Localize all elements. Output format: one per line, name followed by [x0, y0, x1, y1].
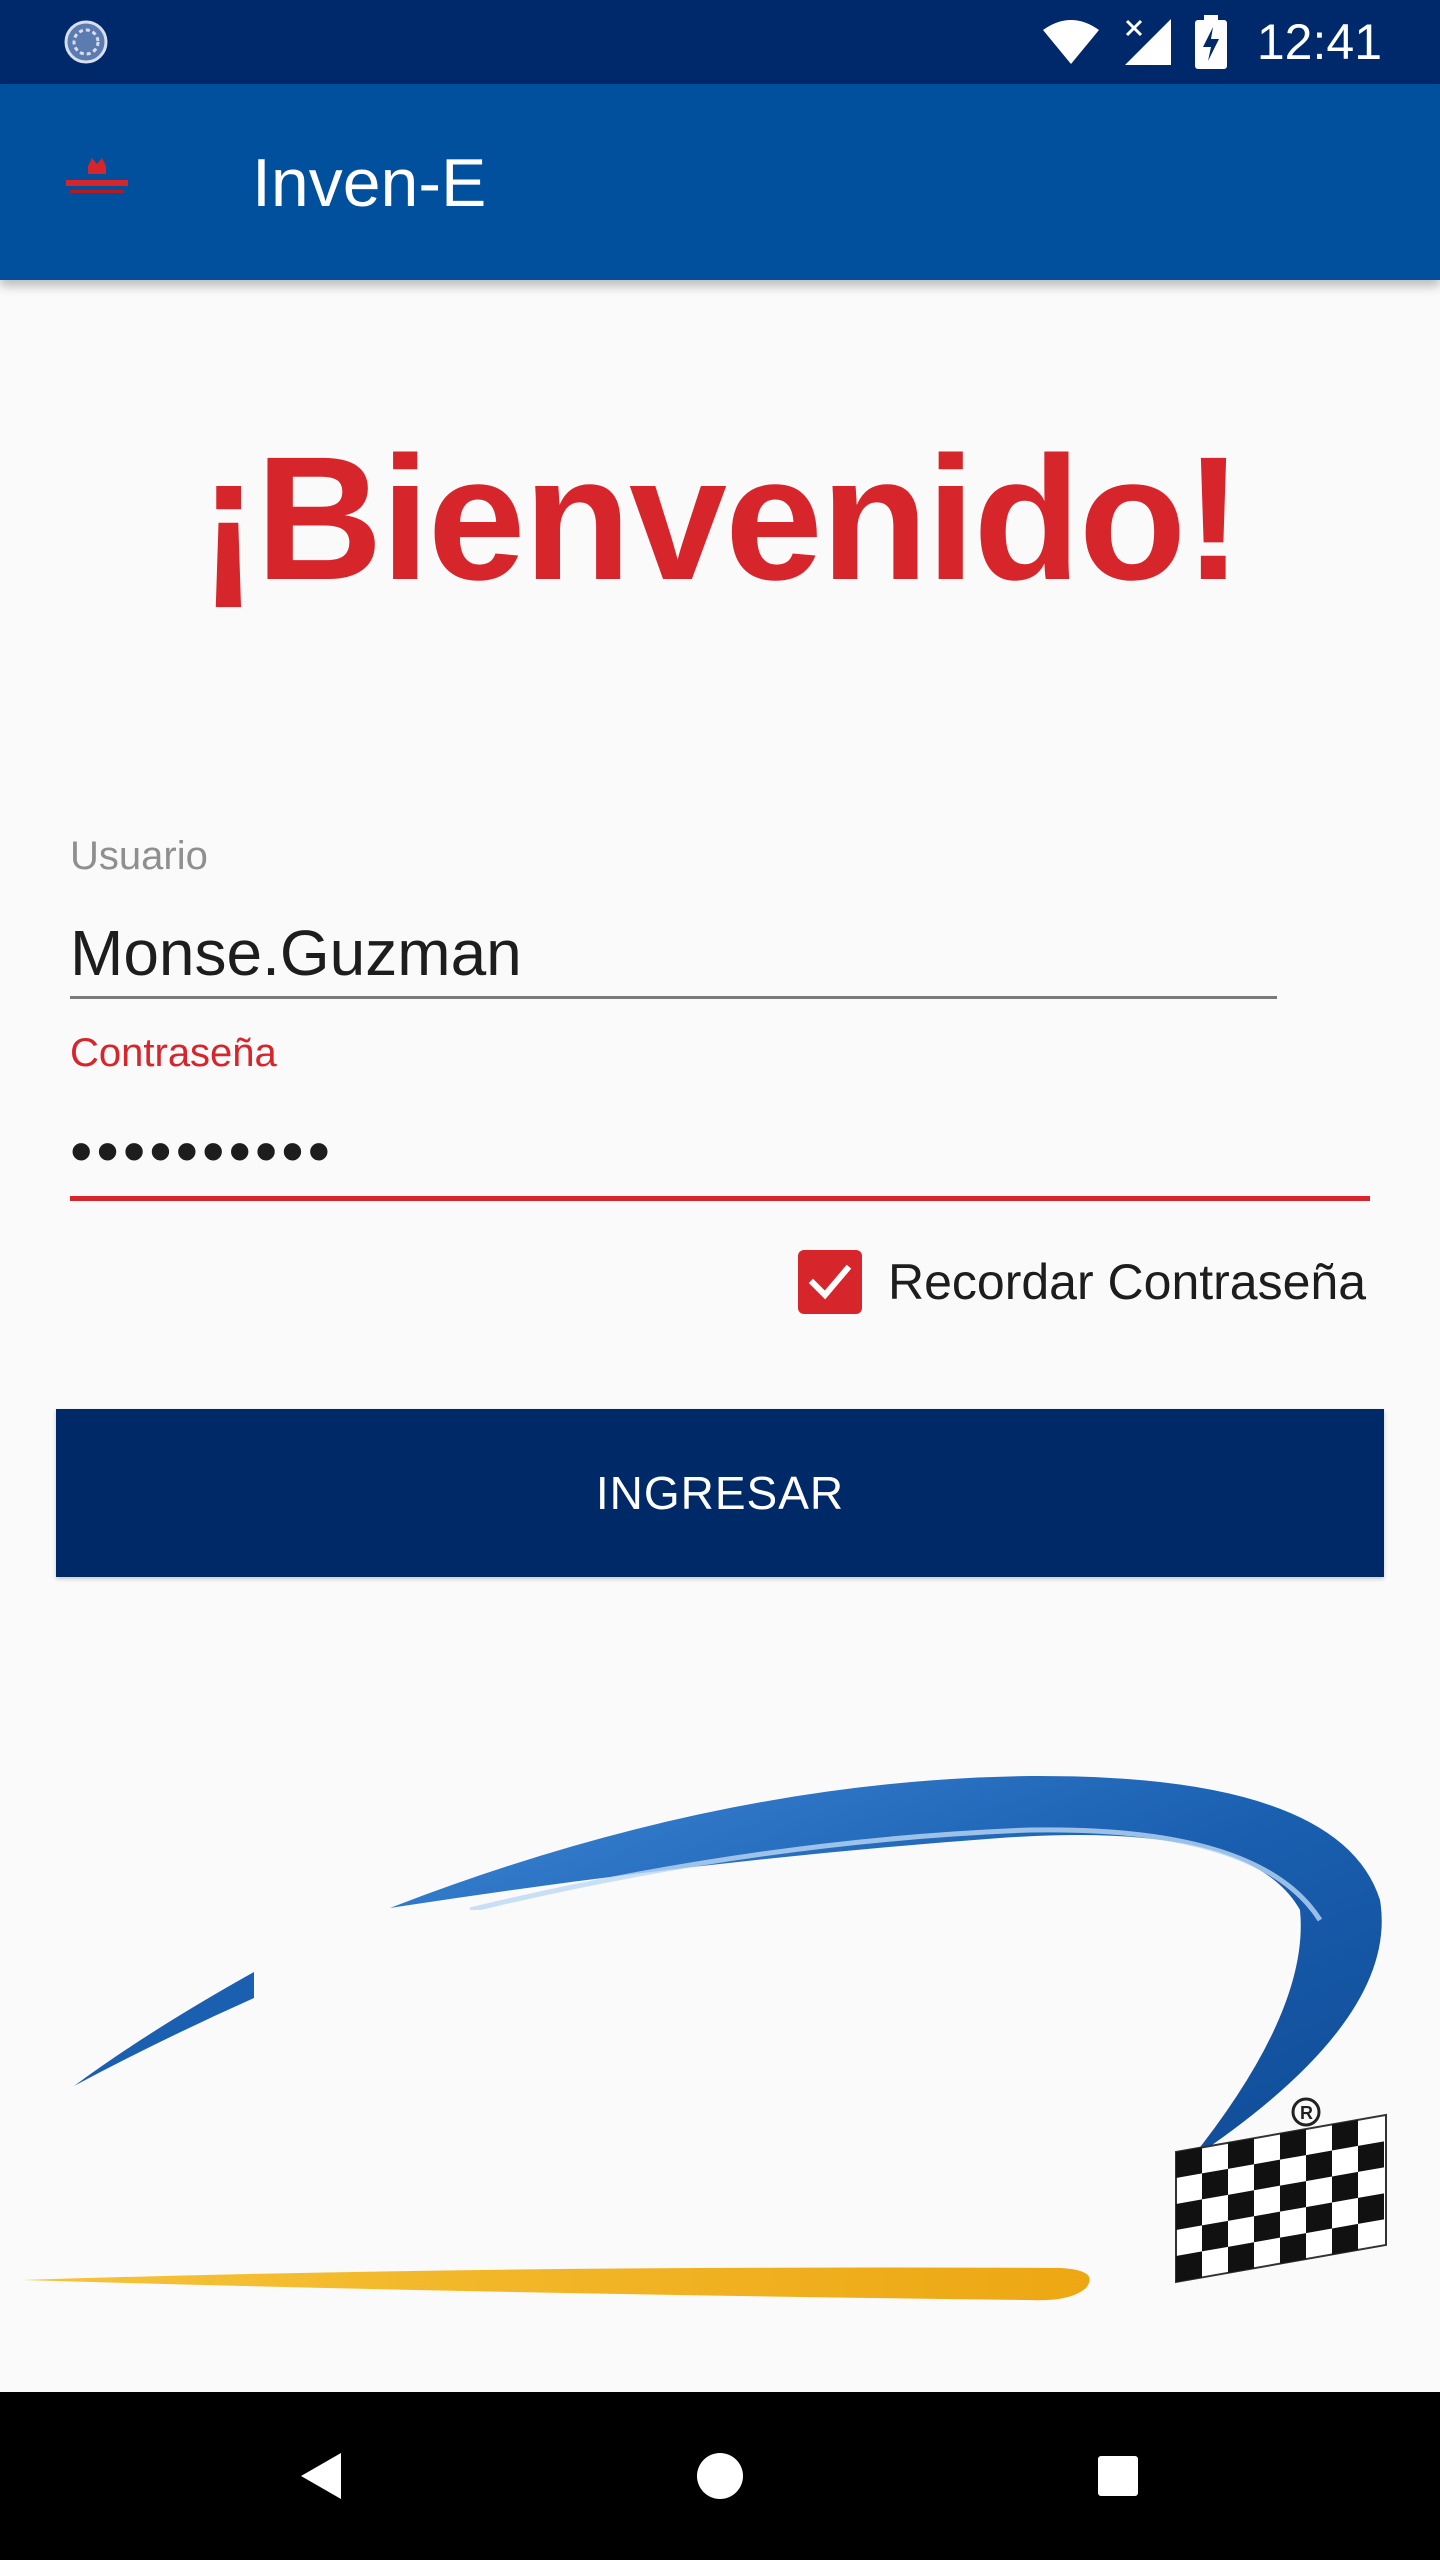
login-screen: 12:41 Inven-E ¡Bienvenido! Usuario Contr… — [0, 0, 1440, 2560]
battery-charging-icon — [1194, 15, 1227, 69]
status-icons: 12:41 — [1041, 0, 1382, 84]
remember-label: Recordar Contraseña — [888, 1254, 1367, 1310]
password-label: Contraseña — [70, 1031, 277, 1075]
status-time: 12:41 — [1256, 14, 1382, 70]
home-button[interactable] — [680, 2436, 760, 2516]
status-bar: 12:41 — [0, 0, 1440, 84]
checkmark-icon — [808, 1264, 852, 1300]
password-field[interactable] — [70, 1106, 1370, 1201]
navigation-bar — [0, 2392, 1440, 2560]
home-icon — [697, 2453, 743, 2499]
brand-swoosh-graphic: R — [22, 1775, 1387, 2301]
back-icon — [301, 2453, 341, 2499]
sync-icon — [64, 20, 108, 64]
remember-password-option[interactable]: Recordar Contraseña — [798, 1250, 1366, 1314]
app-bar: Inven-E — [0, 84, 1440, 280]
recents-icon — [1098, 2456, 1138, 2496]
username-field[interactable] — [70, 910, 1277, 999]
back-button[interactable] — [282, 2436, 362, 2516]
wifi-icon — [1042, 20, 1099, 64]
signal-icon — [1124, 19, 1171, 65]
app-title: Inven-E — [252, 145, 487, 221]
recents-button[interactable] — [1078, 2436, 1158, 2516]
remember-checkbox[interactable] — [798, 1250, 862, 1314]
login-button[interactable]: INGRESAR — [56, 1409, 1384, 1577]
brand-logo-icon — [66, 158, 128, 193]
welcome-heading: ¡Bienvenido! — [199, 421, 1243, 617]
username-label: Usuario — [70, 834, 208, 878]
svg-text:R: R — [1300, 2103, 1313, 2123]
